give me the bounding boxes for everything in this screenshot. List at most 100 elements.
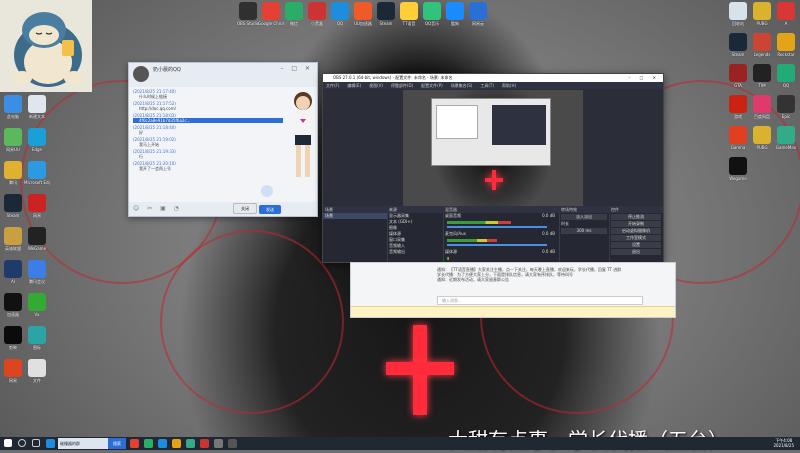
desktop-icon[interactable]: QQ xyxy=(773,64,799,88)
group-message-input[interactable]: 输入消息... xyxy=(437,296,643,305)
active-app-button[interactable]: 碰撞器的群 xyxy=(58,438,108,449)
recycle-icon xyxy=(729,2,747,20)
source-item[interactable]: 音频输出 xyxy=(387,249,443,255)
desktop-icon[interactable]: Legends xyxy=(749,33,775,57)
scenes-header: 场景 xyxy=(323,206,387,213)
chat-message-text: 行 xyxy=(139,154,143,159)
desktop-icon[interactable]: 新建文本 xyxy=(24,95,50,119)
desktop-icon[interactable]: TIM xyxy=(749,64,775,88)
start-icon[interactable] xyxy=(4,439,12,447)
desktop-icon-label: Garena xyxy=(730,145,746,150)
volume-slider[interactable] xyxy=(447,226,547,228)
obs-control-button[interactable]: 设置 xyxy=(611,242,661,248)
search-icon[interactable] xyxy=(18,439,26,447)
taskbar-app-icon[interactable] xyxy=(158,439,167,448)
obs-menu-item[interactable]: 停靠部件(D) xyxy=(391,83,413,88)
qq-taskbar-icon[interactable] xyxy=(46,439,55,448)
taskbar-app-icon[interactable] xyxy=(186,439,195,448)
desktop-icon[interactable]: 腾讯 xyxy=(0,161,26,185)
volume-meter xyxy=(447,257,449,260)
desktop-icon[interactable]: Rockstar xyxy=(773,33,799,57)
game-icon xyxy=(729,95,747,113)
obs-menu-item[interactable]: 帮助(H) xyxy=(502,83,516,88)
desktop-icon[interactable]: Vx xyxy=(24,293,50,317)
taskbar-app-icon[interactable] xyxy=(144,439,153,448)
obs-menu-item[interactable]: 工具(T) xyxy=(480,83,494,88)
desktop-icon[interactable]: Wegame xyxy=(725,157,751,181)
task-view-icon[interactable] xyxy=(32,439,40,447)
wy-icon xyxy=(28,194,46,212)
desktop-icon[interactable]: 文件 xyxy=(24,359,50,383)
desktop-icon[interactable]: PUBG xyxy=(749,2,775,26)
duration-field[interactable]: 300 ms xyxy=(561,228,607,234)
obs-control-button[interactable]: 退出 xyxy=(611,249,661,255)
obs-control-button[interactable]: 工作室模式 xyxy=(611,235,661,241)
close-button[interactable]: 关闭 xyxy=(233,203,257,214)
desktop-icon-label: 百度网盘 xyxy=(754,114,770,119)
desktop-icon[interactable]: Garena xyxy=(725,126,751,150)
desktop-icon[interactable]: AI xyxy=(0,260,26,284)
obs-menu-item[interactable]: 文件(F) xyxy=(326,83,339,88)
toolbar-icons[interactable]: ☺ ✂ ▣ ◔ xyxy=(133,205,182,212)
window-controls[interactable]: – □ ✕ xyxy=(628,75,660,80)
desktop-icon[interactable]: 回收站 xyxy=(725,2,751,26)
obs-menu-item[interactable]: 视图(V) xyxy=(369,83,383,88)
volume-slider[interactable] xyxy=(447,244,547,246)
active-app-badge[interactable]: 搜索 xyxy=(108,438,126,449)
avatar[interactable] xyxy=(133,66,149,82)
obs-preview[interactable] xyxy=(403,90,583,206)
obs-menu-item[interactable]: 场景集合(S) xyxy=(451,83,473,88)
obs-control-button[interactable]: 停止推流 xyxy=(611,214,661,220)
desktop-icon[interactable]: Microsoft Edge xyxy=(24,161,50,185)
group-message: 通知：近期发布活动，请大家留意群公告 xyxy=(437,277,509,282)
group-toolbar[interactable] xyxy=(351,306,675,317)
desktop-icon[interactable]: GTA xyxy=(725,64,751,88)
desktop-icon[interactable]: 加速器 xyxy=(0,293,26,317)
mixer-channel-name: 麦克风/Aux xyxy=(445,231,466,236)
desktop-icon[interactable]: 网易 xyxy=(0,359,26,383)
obs-menu-item[interactable]: 编辑(E) xyxy=(347,83,361,88)
desktop-icon-label: 剪映 xyxy=(9,345,17,350)
window-controls[interactable]: – □ ✕ xyxy=(280,65,313,72)
desktop-icon[interactable]: Epic xyxy=(773,95,799,119)
desktop-icon[interactable]: 腾讯会议 xyxy=(24,260,50,284)
desktop-icon[interactable]: 网易 xyxy=(24,194,50,218)
garena-icon xyxy=(729,126,747,144)
taskbar-app-icon[interactable] xyxy=(228,439,237,448)
desktop-icon[interactable]: WeGame xyxy=(24,227,50,251)
system-clock[interactable]: 下午4:08 2021/8/25 xyxy=(773,438,794,448)
obs-control-button[interactable]: 开始录制 xyxy=(611,221,661,227)
mic-indicator[interactable] xyxy=(261,185,273,197)
desktop-icon[interactable]: 图标 xyxy=(24,326,50,350)
transition-select[interactable]: 淡入淡出 xyxy=(561,214,607,220)
desktop-icon-label: 此电脑 xyxy=(7,114,19,119)
scene-item[interactable]: 场景 xyxy=(323,213,387,219)
obs-control-button[interactable]: 启动虚拟摄像机 xyxy=(611,228,661,234)
desktop-icon[interactable]: 游戏 xyxy=(725,95,751,119)
obs-window[interactable]: OBS 27.0.1 (64-bit, windows) - 配置文件: 未命名… xyxy=(322,73,664,264)
a-icon xyxy=(777,2,795,20)
taskbar-app-icon[interactable] xyxy=(172,439,181,448)
mixer-dock: 混音器 桌面音频 0.0 dB 麦克风/Aux 0.0 dB 媒体源 0.0 dB xyxy=(443,206,560,264)
desktop-icon[interactable]: 此电脑 xyxy=(0,95,26,119)
desktop-icon[interactable]: A xyxy=(773,2,799,26)
desktop-icon[interactable]: Steam xyxy=(725,33,751,57)
group-chat-window[interactable]: 通知：【TT语音直播】大家关注主播，点一下关注，每天晚上直播，欢迎来玩，学长代播… xyxy=(350,262,676,318)
taskbar-app-icon[interactable] xyxy=(200,439,209,448)
send-button[interactable]: 发送 xyxy=(259,205,281,214)
taskbar-app-icon[interactable] xyxy=(214,439,223,448)
chat-message-text: 我马上开始 xyxy=(139,142,159,147)
desktop-icon[interactable]: 百度网盘 xyxy=(749,95,775,119)
desktop-icon[interactable]: Edge xyxy=(24,128,50,152)
qq-chat-window[interactable]: 奶小晨的QQ – □ ✕ (2021/8/25 21:17:40) 什么时候上链接… xyxy=(128,62,318,217)
desktop-icon[interactable]: 剪映 xyxy=(0,326,26,350)
desktop-icon-label: QQ xyxy=(782,83,790,88)
desktop-icon[interactable]: 英雄联盟 xyxy=(0,227,26,251)
desktop-icon[interactable]: 网易云 xyxy=(465,2,491,26)
taskbar-app-icon[interactable] xyxy=(130,439,139,448)
desktop-icon[interactable]: 网易UU xyxy=(0,128,26,152)
desktop-icon[interactable]: PUBG xyxy=(749,126,775,150)
obs-menu-item[interactable]: 配置文件(P) xyxy=(421,83,443,88)
desktop-icon[interactable]: Steam xyxy=(0,194,26,218)
desktop-icon[interactable]: GameMax xyxy=(773,126,799,150)
